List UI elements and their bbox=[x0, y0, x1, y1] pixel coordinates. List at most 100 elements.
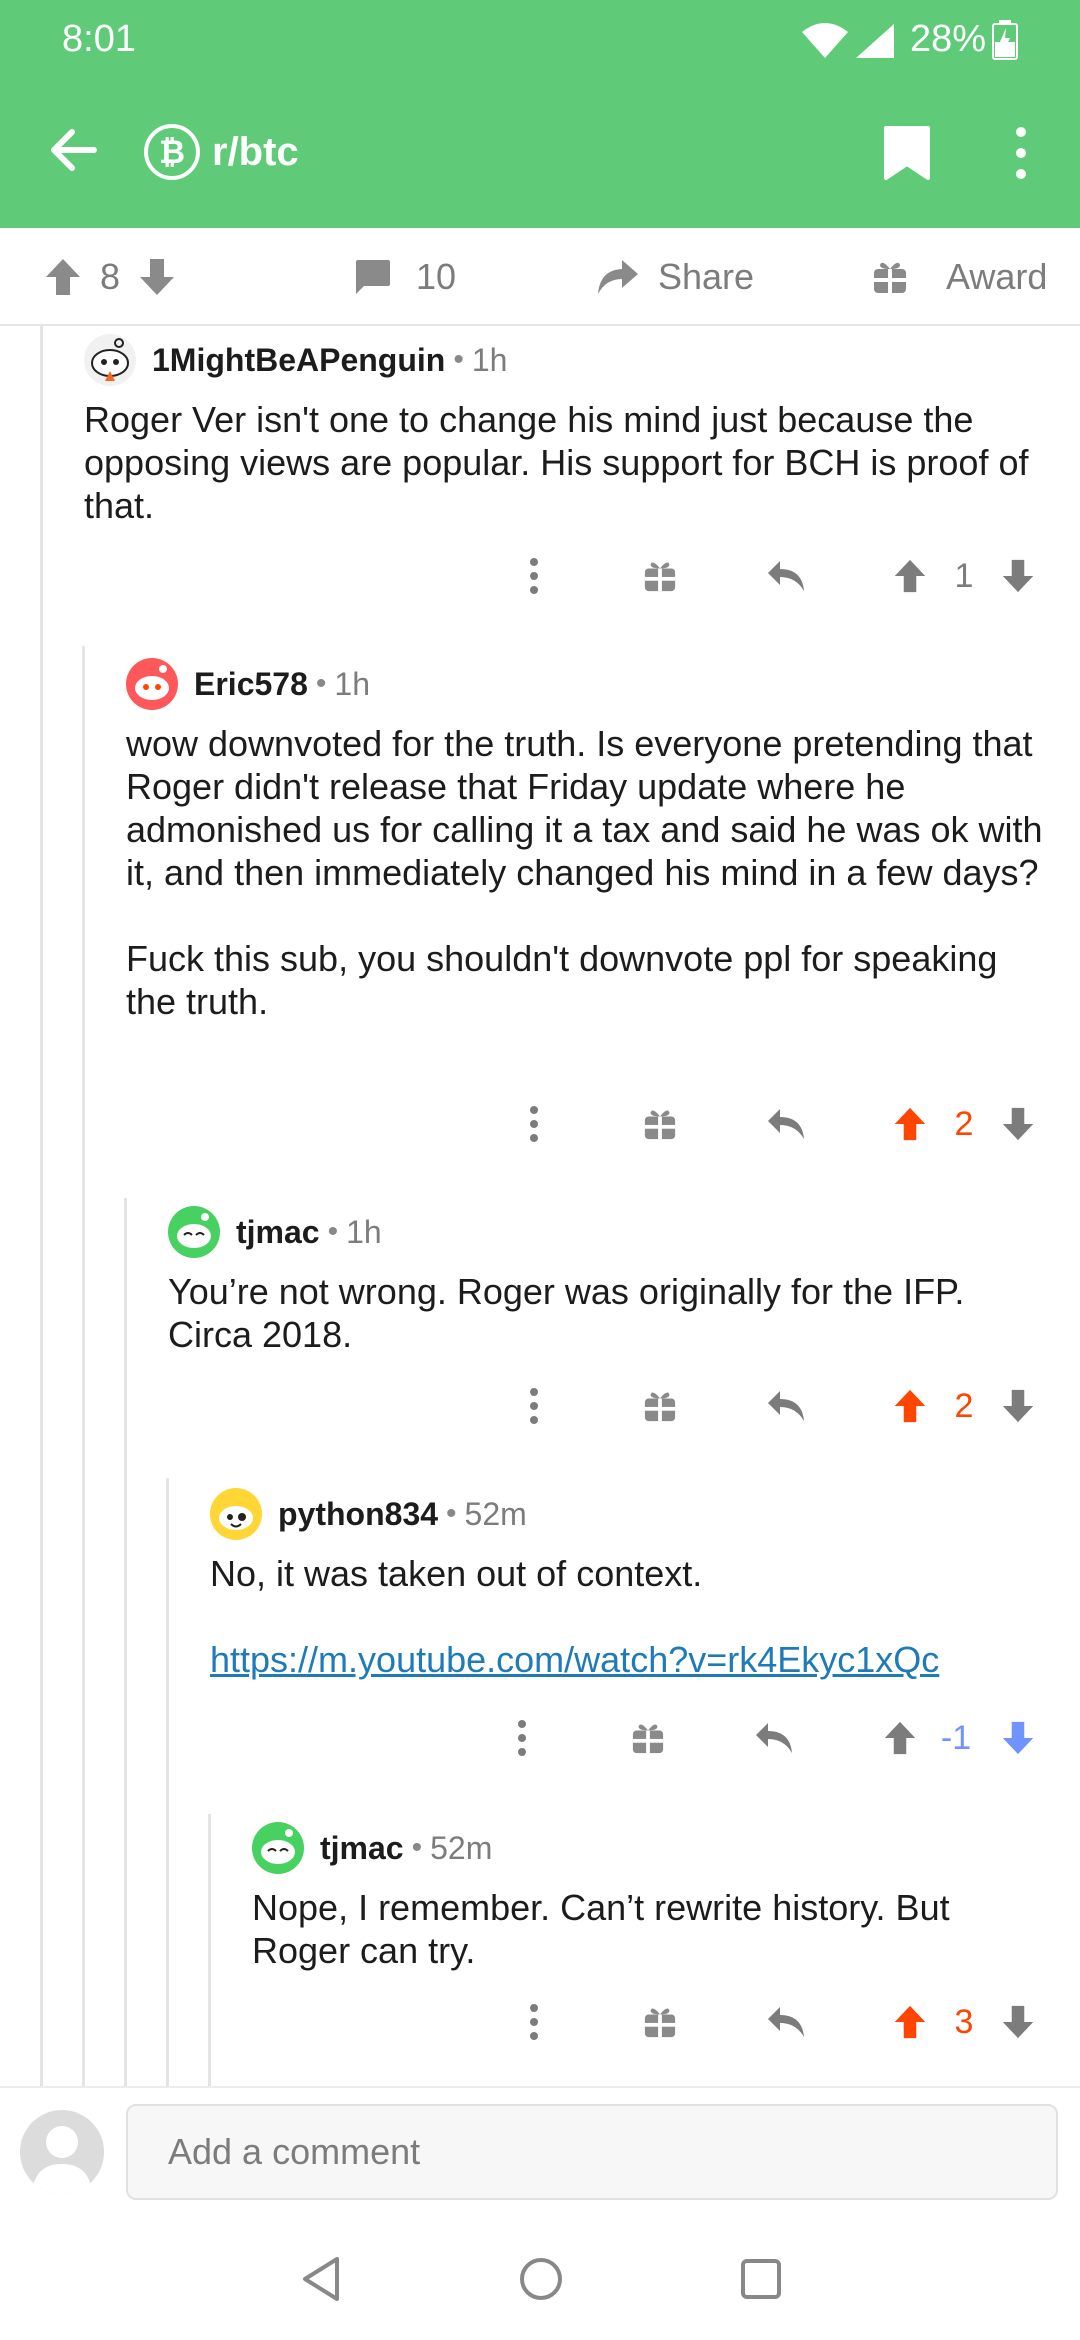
comment-body: Nope, I remember. Can’t rewrite history.… bbox=[252, 1886, 1052, 1972]
app-header: 8:01 28% ₿ r/btc bbox=[0, 0, 1080, 228]
share-label: Share bbox=[658, 256, 755, 297]
downvote-icon[interactable] bbox=[998, 546, 1038, 606]
comment-1: 1MightBeAPenguin • 1h Roger Ver isn't on… bbox=[84, 330, 1044, 527]
separator-dot: • bbox=[453, 343, 464, 376]
comment-actions: -1 bbox=[0, 1708, 1080, 1768]
comment-time: 52m bbox=[464, 1495, 527, 1532]
comment-actions: 3 bbox=[0, 1992, 1080, 2052]
comment-author[interactable]: tjmac bbox=[320, 1830, 404, 1867]
gift-icon bbox=[872, 259, 908, 295]
reply-icon[interactable] bbox=[764, 1376, 808, 1436]
comment-paragraph: Fuck this sub, you shouldn't downvote pp… bbox=[126, 938, 998, 1022]
downvote-icon[interactable] bbox=[138, 257, 176, 297]
upvote-icon[interactable] bbox=[890, 1376, 930, 1436]
upvote-icon[interactable] bbox=[44, 257, 82, 297]
comment-body: You’re not wrong. Roger was originally f… bbox=[168, 1270, 1048, 1356]
gift-icon[interactable] bbox=[628, 1708, 668, 1768]
comment-4: python834 • 52m No, it was taken out of … bbox=[210, 1484, 1050, 1681]
comment-score: -1 bbox=[940, 1718, 972, 1757]
nav-home-icon[interactable] bbox=[506, 2244, 576, 2314]
gift-icon[interactable] bbox=[640, 546, 680, 606]
signal-icon bbox=[852, 22, 896, 65]
bookmark-icon[interactable] bbox=[882, 124, 932, 187]
reply-icon[interactable] bbox=[752, 1708, 796, 1768]
comment-5: tjmac • 52m Nope, I remember. Can’t rewr… bbox=[252, 1818, 1052, 1972]
downvote-icon[interactable] bbox=[998, 1992, 1038, 2052]
thread-line-2[interactable] bbox=[82, 646, 85, 2086]
comment-paragraph: wow downvoted for the truth. Is everyone… bbox=[126, 723, 1043, 893]
comment-actions: 1 bbox=[0, 546, 1080, 606]
upvote-icon[interactable] bbox=[890, 1992, 930, 2052]
comment-thread: 1MightBeAPenguin • 1h Roger Ver isn't on… bbox=[0, 326, 1080, 2086]
downvote-icon[interactable] bbox=[998, 1708, 1038, 1768]
comment-body: Roger Ver isn't one to change his mind j… bbox=[84, 398, 1044, 527]
more-options-icon[interactable] bbox=[514, 546, 554, 606]
comment-author[interactable]: 1MightBeAPenguin bbox=[152, 342, 445, 379]
comment-time: 52m bbox=[430, 1829, 493, 1866]
status-bar: 8:01 28% bbox=[0, 0, 1080, 80]
gift-icon[interactable] bbox=[640, 1094, 680, 1154]
comment-body: No, it was taken out of context. https:/… bbox=[210, 1552, 1050, 1681]
wifi-icon bbox=[800, 22, 850, 65]
add-comment-input[interactable]: Add a comment bbox=[126, 2104, 1058, 2200]
comment-bubble-icon bbox=[352, 258, 392, 296]
subreddit-link[interactable]: ₿ r/btc bbox=[144, 124, 299, 180]
nav-back-icon[interactable] bbox=[286, 2244, 356, 2314]
gift-icon[interactable] bbox=[640, 1376, 680, 1436]
comment-author[interactable]: python834 bbox=[278, 1496, 438, 1533]
comment-compose-bar: Add a comment bbox=[0, 2086, 1080, 2216]
comment-time: 1h bbox=[471, 341, 508, 378]
user-avatar[interactable] bbox=[20, 2110, 104, 2194]
comment-author[interactable]: Eric578 bbox=[194, 666, 308, 703]
comment-score: 3 bbox=[954, 2002, 974, 2041]
separator-dot: • bbox=[446, 1497, 457, 1530]
avatar[interactable] bbox=[210, 1488, 262, 1540]
comment-body: wow downvoted for the truth. Is everyone… bbox=[126, 722, 1046, 1023]
more-options-icon[interactable] bbox=[502, 1708, 542, 1768]
upvote-icon[interactable] bbox=[890, 546, 930, 606]
gift-icon[interactable] bbox=[640, 1992, 680, 2052]
nav-recents-icon[interactable] bbox=[726, 2244, 796, 2314]
award-button[interactable]: Award bbox=[872, 228, 1047, 326]
comment-link[interactable]: https://m.youtube.com/watch?v=rk4Ekyc1xQ… bbox=[210, 1639, 939, 1680]
reply-icon[interactable] bbox=[764, 1992, 808, 2052]
separator-dot: • bbox=[327, 1215, 339, 1248]
comment-score: 2 bbox=[954, 1104, 974, 1143]
downvote-icon[interactable] bbox=[998, 1376, 1038, 1436]
thread-line-3[interactable] bbox=[124, 1198, 127, 2086]
avatar[interactable] bbox=[126, 658, 178, 710]
comment-paragraph: You’re not wrong. Roger was originally f… bbox=[168, 1271, 965, 1355]
post-action-bar: 8 10 Share Award bbox=[0, 228, 1080, 326]
reply-icon[interactable] bbox=[764, 1094, 808, 1154]
downvote-icon[interactable] bbox=[998, 1094, 1038, 1154]
share-arrow-icon bbox=[596, 258, 640, 296]
more-options-icon[interactable] bbox=[514, 1992, 554, 2052]
separator-dot: • bbox=[315, 667, 327, 700]
comment-2: Eric578 • 1h wow downvoted for the truth… bbox=[126, 654, 1046, 1023]
avatar[interactable] bbox=[168, 1206, 220, 1258]
separator-dot: • bbox=[411, 1831, 423, 1864]
comment-paragraph: No, it was taken out of context. bbox=[210, 1553, 703, 1594]
back-arrow-icon[interactable] bbox=[44, 120, 104, 180]
comment-actions: 2 bbox=[0, 1094, 1080, 1154]
more-options-icon[interactable] bbox=[514, 1376, 554, 1436]
avatar[interactable] bbox=[84, 334, 136, 386]
share-button[interactable]: Share bbox=[596, 228, 754, 326]
award-label: Award bbox=[946, 256, 1048, 297]
battery-charging-icon bbox=[992, 20, 1018, 65]
reply-icon[interactable] bbox=[764, 546, 808, 606]
comment-score: 1 bbox=[954, 556, 974, 595]
comments-button[interactable]: 10 bbox=[352, 228, 456, 326]
upvote-icon[interactable] bbox=[890, 1094, 930, 1154]
post-vote-group: 8 bbox=[44, 228, 176, 326]
comment-paragraph: Roger Ver isn't one to change his mind j… bbox=[84, 399, 1029, 526]
system-nav-bar bbox=[0, 2216, 1080, 2340]
battery-percent: 28% bbox=[910, 18, 987, 60]
avatar[interactable] bbox=[252, 1822, 304, 1874]
comment-author[interactable]: tjmac bbox=[236, 1214, 320, 1251]
comment-3: tjmac • 1h You’re not wrong. Roger was o… bbox=[168, 1202, 1048, 1356]
overflow-menu-icon[interactable] bbox=[1006, 124, 1036, 187]
upvote-icon[interactable] bbox=[880, 1708, 920, 1768]
comment-time: 1h bbox=[346, 1213, 382, 1250]
more-options-icon[interactable] bbox=[514, 1094, 554, 1154]
